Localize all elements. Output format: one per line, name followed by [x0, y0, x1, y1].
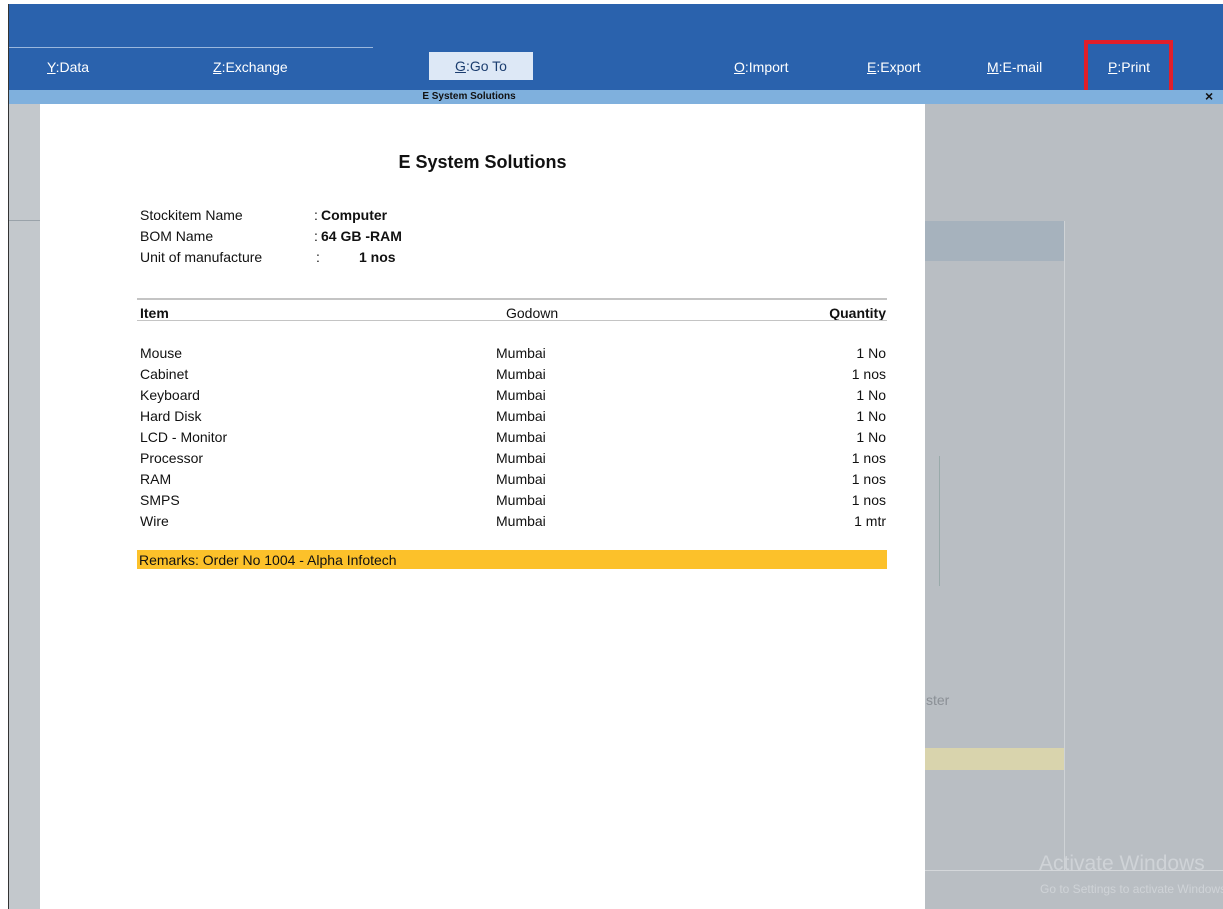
background-left-panel	[9, 104, 40, 909]
row-godown: Mumbai	[496, 345, 546, 361]
row-godown: Mumbai	[496, 366, 546, 382]
table-row: Mouse Mumbai 1 No	[140, 345, 886, 366]
row-quantity: 1 No	[856, 387, 886, 403]
column-header-item: Item	[140, 305, 169, 321]
app-window: Y:Data Z:Exchange G:Go To O:Import E:Exp…	[9, 4, 1223, 909]
info-colon: :	[314, 207, 318, 223]
background-highlight-row	[925, 748, 1065, 770]
company-name: E System Solutions	[398, 152, 567, 172]
table-row: Keyboard Mumbai 1 No	[140, 387, 886, 408]
topbar-divider	[9, 47, 373, 48]
row-quantity: 1 nos	[851, 471, 886, 487]
data-menu-key: Y	[47, 59, 56, 75]
background-header-panel	[925, 221, 1065, 261]
background-vertical-line	[1064, 221, 1065, 871]
table-row: RAM Mumbai 1 nos	[140, 471, 886, 492]
info-colon: :	[314, 228, 318, 244]
row-godown: Mumbai	[496, 471, 546, 487]
stockitem-name-value: Computer	[321, 207, 388, 223]
window-title-bar: E System Solutions	[9, 90, 1223, 104]
row-quantity: 1 No	[856, 408, 886, 424]
table-row: LCD - Monitor Mumbai 1 No	[140, 429, 886, 450]
close-icon[interactable]: ×	[1205, 88, 1213, 104]
exchange-menu-key: Z	[213, 59, 222, 75]
background-divider	[9, 220, 40, 221]
table-row: Processor Mumbai 1 nos	[140, 450, 886, 471]
column-header-godown: Godown	[506, 305, 559, 321]
import-label: :Import	[744, 59, 789, 75]
print-preview-page: E System Solutions Stockitem Name : Comp…	[40, 104, 925, 909]
bom-name-value: 64 GB -RAM	[321, 228, 402, 244]
row-item: Keyboard	[140, 387, 200, 403]
table-header-rule	[137, 320, 887, 321]
row-item: LCD - Monitor	[140, 429, 228, 445]
row-godown: Mumbai	[496, 492, 546, 508]
exchange-menu-label: :Exchange	[221, 59, 288, 75]
background-box	[925, 456, 940, 586]
row-godown: Mumbai	[496, 450, 546, 466]
row-quantity: 1 nos	[851, 366, 886, 382]
table-row: Wire Mumbai 1 mtr	[140, 513, 886, 534]
export-key: E	[867, 59, 877, 75]
background-partial-text: ster	[926, 692, 950, 708]
remarks-bar: Remarks: Order No 1004 - Alpha Infotech	[137, 550, 887, 569]
import-button[interactable]: O:Import	[734, 59, 788, 75]
goto-button[interactable]: G:Go To	[429, 52, 533, 80]
row-quantity: 1 No	[856, 429, 886, 445]
info-colon: :	[316, 249, 320, 265]
import-key: O	[734, 59, 745, 75]
unit-of-manufacture-label: Unit of manufacture	[140, 249, 263, 265]
table-row: Hard Disk Mumbai 1 No	[140, 408, 886, 429]
window-title: E System Solutions	[422, 91, 516, 102]
data-menu-button[interactable]: Y:Data	[47, 59, 89, 75]
data-menu-label: :Data	[55, 59, 90, 75]
row-item: Processor	[140, 450, 204, 466]
row-godown: Mumbai	[496, 408, 546, 424]
email-label: :E-mail	[998, 59, 1043, 75]
export-button[interactable]: E:Export	[867, 59, 921, 75]
activation-watermark-title: Activate Windows	[1039, 852, 1205, 875]
export-label: :Export	[876, 59, 921, 75]
row-item: Wire	[140, 513, 169, 529]
row-item: Hard Disk	[140, 408, 202, 424]
goto-key: G	[455, 58, 466, 74]
row-quantity: 1 nos	[851, 450, 886, 466]
row-quantity: 1 mtr	[854, 513, 886, 529]
row-item: Mouse	[140, 345, 183, 361]
stockitem-name-label: Stockitem Name	[140, 207, 243, 223]
exchange-menu-button[interactable]: Z:Exchange	[213, 59, 288, 75]
row-item: Cabinet	[140, 366, 189, 382]
row-godown: Mumbai	[496, 387, 546, 403]
table-row: SMPS Mumbai 1 nos	[140, 492, 886, 513]
table-row: Cabinet Mumbai 1 nos	[140, 366, 886, 387]
column-header-quantity: Quantity	[829, 305, 886, 321]
unit-of-manufacture-value: 1 nos	[359, 249, 396, 265]
row-item: SMPS	[140, 492, 180, 508]
row-godown: Mumbai	[496, 429, 546, 445]
email-key: M	[987, 59, 999, 75]
goto-label: :Go To	[465, 58, 507, 74]
bom-item-list: Mouse Mumbai 1 No Cabinet Mumbai 1 nos K…	[140, 345, 886, 534]
row-item: RAM	[140, 471, 172, 487]
bom-name-label: BOM Name	[140, 228, 214, 244]
row-godown: Mumbai	[496, 513, 546, 529]
top-button-bar: Y:Data Z:Exchange G:Go To O:Import E:Exp…	[9, 4, 1223, 95]
table-top-rule	[137, 298, 887, 300]
email-button[interactable]: M:E-mail	[987, 59, 1042, 75]
row-quantity: 1 nos	[851, 492, 886, 508]
row-quantity: 1 No	[856, 345, 886, 361]
print-highlight-box	[1084, 40, 1173, 95]
activation-watermark-subtitle: Go to Settings to activate Windows.	[1040, 882, 1223, 896]
